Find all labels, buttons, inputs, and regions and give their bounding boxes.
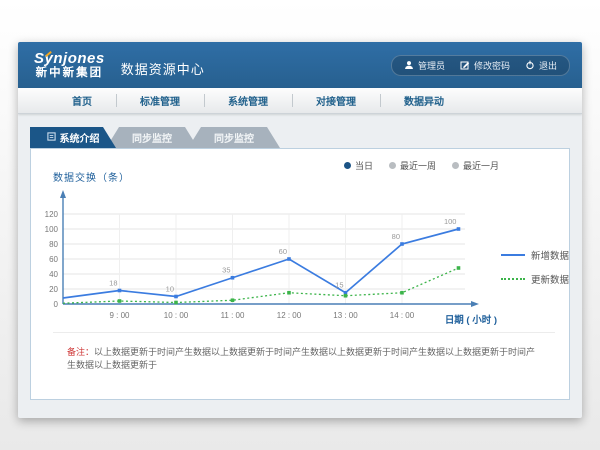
tab-sync-monitor-2-label: 同步监控: [214, 130, 254, 145]
dotted-line-icon: [501, 278, 525, 280]
radio-dot-icon: [452, 162, 459, 169]
footnote-text: 以上数据更新于时间产生数据以上数据更新于时间产生数据以上数据更新于时间产生数据以…: [67, 347, 535, 370]
radio-today[interactable]: 当日: [344, 159, 373, 172]
radio-last-month-label: 最近一月: [463, 159, 499, 172]
radio-dot-icon: [389, 162, 396, 169]
edit-icon: [460, 60, 470, 70]
app-header: Synjones 新中新集团 数据资源中心 管理员 修改密码 退出: [18, 42, 582, 88]
footnote-label: 备注：: [67, 347, 94, 357]
svg-text:100: 100: [444, 217, 457, 226]
tab-sync-monitor-1-label: 同步监控: [132, 130, 172, 145]
radio-last-week-label: 最近一周: [400, 159, 436, 172]
logo-wordmark: Synjones: [34, 51, 105, 67]
nav-item-system-mgmt[interactable]: 系统管理: [204, 88, 292, 113]
logo-y-accent: y: [45, 50, 54, 67]
user-menu-change-password[interactable]: 修改密码: [460, 59, 510, 72]
radio-dot-icon: [344, 162, 351, 169]
user-menu-admin-label: 管理员: [418, 59, 445, 72]
svg-text:13 : 00: 13 : 00: [333, 311, 358, 320]
svg-text:35: 35: [222, 266, 230, 275]
tab-bar: 系统介绍 同步监控 同步监控: [30, 127, 570, 148]
logo-company-name: 新中新集团: [34, 67, 105, 79]
logo: Synjones 新中新集团: [34, 51, 105, 79]
footnote: 备注：以上数据更新于时间产生数据以上数据更新于时间产生数据以上数据更新于时间产生…: [53, 332, 555, 371]
svg-text:10 : 00: 10 : 00: [164, 311, 189, 320]
tab-sync-monitor-2[interactable]: 同步监控: [188, 127, 280, 148]
user-menu-change-password-label: 修改密码: [474, 59, 510, 72]
svg-text:100: 100: [45, 225, 59, 234]
legend-new-data-label: 新增数据: [531, 248, 569, 262]
power-icon: [525, 60, 535, 70]
user-icon: [404, 60, 414, 70]
svg-text:11 : 00: 11 : 00: [221, 311, 245, 320]
page-background: Synjones 新中新集团 数据资源中心 管理员 修改密码 退出: [0, 0, 600, 450]
user-menu: 管理员 修改密码 退出: [391, 55, 570, 76]
radio-last-week[interactable]: 最近一周: [389, 159, 436, 172]
user-menu-admin[interactable]: 管理员: [404, 59, 445, 72]
line-chart: 9 : 00 10 : 00 11 : 00 12 : 00 13 : 00 14 : 0…: [39, 186, 499, 326]
tab-system-intro[interactable]: 系统介绍: [30, 127, 116, 148]
nav-item-data-change[interactable]: 数据异动: [380, 88, 468, 113]
nav-item-home[interactable]: 首页: [48, 88, 116, 113]
svg-text:20: 20: [49, 285, 58, 294]
svg-text:80: 80: [392, 232, 400, 241]
document-icon: [47, 132, 56, 144]
tab-sync-monitor-1[interactable]: 同步监控: [106, 127, 198, 148]
page-title: 数据资源中心: [121, 59, 205, 78]
svg-text:14 : 00: 14 : 00: [390, 311, 415, 320]
content-area: 系统介绍 同步监控 同步监控 当日 最近一周: [18, 114, 582, 400]
tab-system-intro-label: 系统介绍: [60, 130, 100, 145]
svg-text:0: 0: [54, 300, 59, 309]
svg-text:10: 10: [166, 284, 174, 293]
series-line-1: [63, 268, 458, 303]
chart-legend: 新增数据 更新数据: [501, 248, 569, 296]
chart-row: 9 : 00 10 : 00 11 : 00 12 : 00 13 : 00 14 : 0…: [39, 186, 569, 326]
legend-update-data-label: 更新数据: [531, 272, 569, 286]
svg-text:日期 ( 小时 ): 日期 ( 小时 ): [445, 314, 497, 326]
svg-text:9 : 00: 9 : 00: [110, 311, 131, 320]
legend-item-new-data[interactable]: 新增数据: [501, 248, 569, 262]
user-menu-logout[interactable]: 退出: [525, 59, 557, 72]
svg-text:12 : 00: 12 : 00: [277, 311, 302, 320]
svg-text:60: 60: [279, 247, 287, 256]
main-nav: 首页 标准管理 系统管理 对接管理 数据异动: [18, 88, 582, 114]
chart-panel: 当日 最近一周 最近一月 数据交换（条） 9 : 0010 : 0011 : 0…: [30, 148, 570, 400]
svg-text:120: 120: [45, 210, 59, 219]
time-range-filter: 当日 最近一周 最近一月: [344, 159, 499, 172]
svg-text:80: 80: [49, 240, 58, 249]
nav-item-connect-mgmt[interactable]: 对接管理: [292, 88, 380, 113]
user-menu-logout-label: 退出: [539, 59, 557, 72]
svg-text:15: 15: [335, 281, 343, 290]
svg-text:40: 40: [49, 270, 58, 279]
app-window: Synjones 新中新集团 数据资源中心 管理员 修改密码 退出: [18, 42, 582, 418]
nav-item-standard-mgmt[interactable]: 标准管理: [116, 88, 204, 113]
svg-text:18: 18: [109, 278, 117, 287]
solid-line-icon: [501, 254, 525, 256]
legend-item-update-data[interactable]: 更新数据: [501, 272, 569, 286]
radio-last-month[interactable]: 最近一月: [452, 159, 499, 172]
radio-today-label: 当日: [355, 159, 373, 172]
svg-text:60: 60: [49, 255, 58, 264]
